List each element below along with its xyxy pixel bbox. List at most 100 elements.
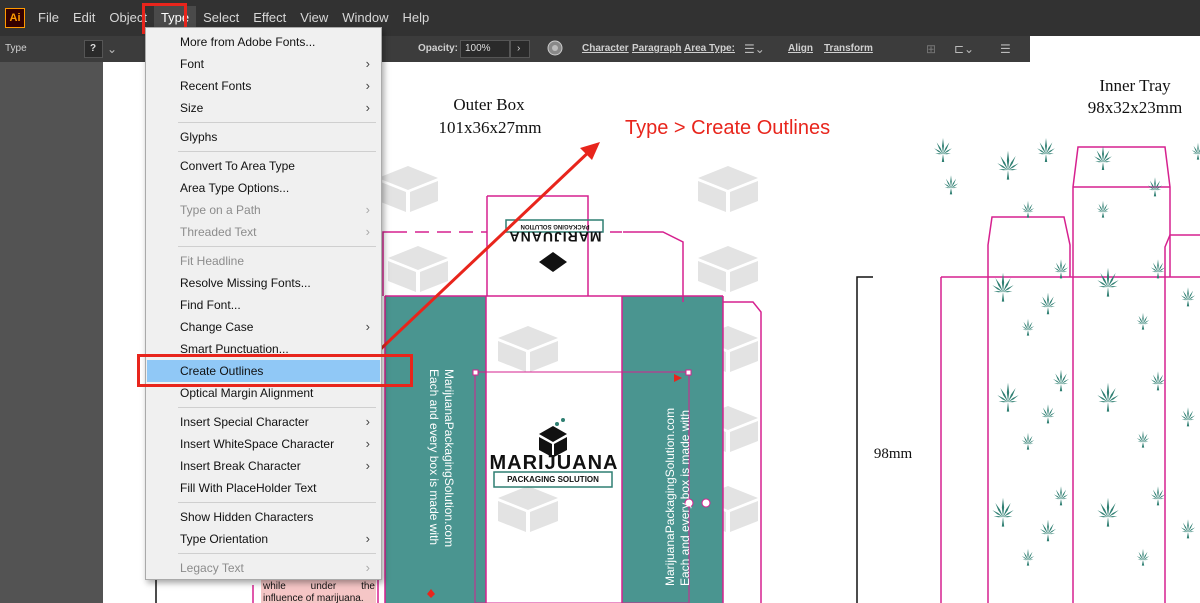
submenu-arrow-icon: › bbox=[365, 436, 370, 451]
menu-item-glyphs[interactable]: Glyphs bbox=[147, 126, 380, 148]
cannabis-leaf-icon bbox=[1180, 519, 1196, 539]
transform-link[interactable]: Transform bbox=[824, 36, 873, 62]
menu-item-show-hidden-characters[interactable]: Show Hidden Characters bbox=[147, 506, 380, 528]
submenu-arrow-icon: › bbox=[365, 100, 370, 115]
menu-item-type-on-path[interactable]: Type on a Path › bbox=[147, 199, 380, 221]
isolate-icon[interactable]: ⊏⌄ bbox=[954, 40, 974, 58]
cannabis-leaf-icon bbox=[1037, 138, 1055, 162]
menu-separator bbox=[178, 502, 376, 503]
cannabis-leaf-icon bbox=[1021, 432, 1035, 450]
cannabis-leaf-icon bbox=[1053, 369, 1069, 392]
grid-icon[interactable]: ⊞ bbox=[926, 40, 936, 58]
menu-item-type-orientation[interactable]: Type Orientation › bbox=[147, 528, 380, 550]
align-lines-icon[interactable]: ☰⌄ bbox=[744, 40, 765, 58]
cannabis-leaf-icon bbox=[1097, 267, 1119, 297]
vertical-tagline-left: Each and every box is made with bbox=[427, 369, 441, 546]
cannabis-leaf-icon bbox=[997, 150, 1019, 180]
submenu-arrow-icon: › bbox=[365, 224, 370, 239]
cannabis-leaf-icon bbox=[1150, 371, 1166, 391]
menu-separator bbox=[178, 151, 376, 152]
brand-subtitle: PACKAGING SOLUTION bbox=[507, 475, 599, 484]
cannabis-leaf-icon bbox=[1147, 177, 1163, 197]
menu-item-convert-area-type[interactable]: Convert To Area Type bbox=[147, 155, 380, 177]
box-logo-icon-top bbox=[539, 252, 567, 272]
cannabis-leaf-icon bbox=[1096, 200, 1110, 218]
cannabis-leaf-icon bbox=[1040, 519, 1056, 542]
menu-item-find-font[interactable]: Find Font... bbox=[147, 294, 380, 316]
menu-edit[interactable]: Edit bbox=[66, 6, 102, 30]
brand-top-group: MARIJUANA PACKAGING SOLUTION bbox=[505, 223, 605, 245]
cannabis-leaf-icon bbox=[1180, 287, 1196, 307]
menu-separator bbox=[178, 122, 376, 123]
menu-help[interactable]: Help bbox=[395, 6, 436, 30]
menu-item-more-adobe-fonts[interactable]: More from Adobe Fonts... bbox=[147, 31, 380, 53]
cannabis-leaf-icon bbox=[1053, 486, 1069, 506]
vertical-url-right: MarijuanaPackagingSolution.com bbox=[663, 407, 677, 586]
brand-name-top: MARIJUANA bbox=[508, 229, 602, 245]
chevron-down-icon[interactable]: ⌄ bbox=[107, 40, 117, 58]
opacity-label: Opacity: bbox=[418, 43, 459, 54]
menu-item-insert-whitespace-character[interactable]: Insert WhiteSpace Character › bbox=[147, 433, 380, 455]
menu-item-size[interactable]: Size › bbox=[147, 97, 380, 119]
pasteboard-left bbox=[0, 62, 103, 603]
fill-unknown-swatch[interactable]: ? bbox=[84, 40, 103, 58]
submenu-arrow-icon: › bbox=[365, 56, 370, 71]
pink-text-line-1: while under the bbox=[263, 581, 375, 592]
cannabis-leaf-icon bbox=[1021, 548, 1035, 566]
cannabis-leaf-icon bbox=[943, 175, 959, 195]
submenu-arrow-icon: › bbox=[365, 560, 370, 575]
vertical-url-left: MarijuanaPackagingSolution.com bbox=[442, 369, 456, 548]
cannabis-leaf-icon bbox=[997, 382, 1019, 412]
menu-separator bbox=[178, 407, 376, 408]
menu-file[interactable]: File bbox=[31, 6, 66, 30]
align-link[interactable]: Align bbox=[788, 36, 813, 62]
menu-item-insert-special-character[interactable]: Insert Special Character › bbox=[147, 411, 380, 433]
inner-tray-dieline bbox=[940, 146, 1200, 603]
height-dimension-label: 98mm bbox=[873, 446, 913, 462]
cannabis-leaf-icon bbox=[1180, 407, 1196, 427]
submenu-arrow-icon: › bbox=[365, 531, 370, 546]
menu-item-area-type-options[interactable]: Area Type Options... bbox=[147, 177, 380, 199]
type-dropdown-menu: More from Adobe Fonts... Font › Recent Fo… bbox=[145, 27, 382, 580]
inner-tray-dimensions: 98x32x23mm bbox=[1087, 98, 1183, 117]
character-link[interactable]: Character bbox=[582, 36, 629, 62]
cannabis-leaf-icon bbox=[1150, 486, 1166, 506]
menu-item-fill-placeholder-text[interactable]: Fill With PlaceHolder Text bbox=[147, 477, 380, 499]
submenu-arrow-icon: › bbox=[365, 202, 370, 217]
menu-item-insert-break-character[interactable]: Insert Break Character › bbox=[147, 455, 380, 477]
cannabis-leaf-icon bbox=[992, 497, 1014, 527]
submenu-arrow-icon: › bbox=[365, 414, 370, 429]
submenu-arrow-icon: › bbox=[365, 319, 370, 334]
paragraph-link[interactable]: Paragraph bbox=[632, 36, 681, 62]
cannabis-leaf-icon bbox=[1040, 292, 1056, 315]
menu-separator bbox=[178, 246, 376, 247]
cannabis-leaf-icon bbox=[1021, 200, 1035, 218]
selection-handle bbox=[685, 369, 692, 376]
menu-item-recent-fonts[interactable]: Recent Fonts › bbox=[147, 75, 380, 97]
area-type-link[interactable]: Area Type: bbox=[684, 36, 735, 62]
cannabis-leaf-icon bbox=[1094, 146, 1112, 170]
menu-item-fit-headline[interactable]: Fit Headline bbox=[147, 250, 380, 272]
list-menu-icon[interactable]: ☰ bbox=[1000, 40, 1011, 58]
cannabis-leaf-icon bbox=[1097, 497, 1119, 527]
chevron-right-icon[interactable]: › bbox=[510, 40, 530, 58]
annotation-text: Type > Create Outlines bbox=[625, 117, 831, 139]
menu-separator bbox=[178, 553, 376, 554]
vertical-tagline-right: Each and every box is made with bbox=[678, 409, 692, 586]
menu-item-change-case[interactable]: Change Case › bbox=[147, 316, 380, 338]
illustrator-logo: Ai bbox=[5, 8, 25, 28]
menu-item-legacy-text[interactable]: Legacy Text › bbox=[147, 557, 380, 579]
cannabis-leaf-icon bbox=[1136, 430, 1150, 448]
cannabis-leaf-icon bbox=[1136, 312, 1150, 330]
pink-text-line-2: influence of marijuana. bbox=[263, 593, 364, 603]
opacity-input[interactable]: 100% bbox=[460, 40, 510, 58]
cannabis-leaf-icon bbox=[1040, 404, 1056, 424]
recolor-icon[interactable] bbox=[546, 39, 564, 62]
brand-name: MARIJUANA bbox=[489, 452, 619, 474]
menu-item-font[interactable]: Font › bbox=[147, 53, 380, 75]
menu-item-threaded-text[interactable]: Threaded Text › bbox=[147, 221, 380, 243]
outer-box-title: Outer Box bbox=[453, 95, 525, 114]
menu-item-resolve-missing-fonts[interactable]: Resolve Missing Fonts... bbox=[147, 272, 380, 294]
inner-tray-title: Inner Tray bbox=[1099, 76, 1171, 95]
cannabis-leaf-icon bbox=[1150, 259, 1166, 279]
